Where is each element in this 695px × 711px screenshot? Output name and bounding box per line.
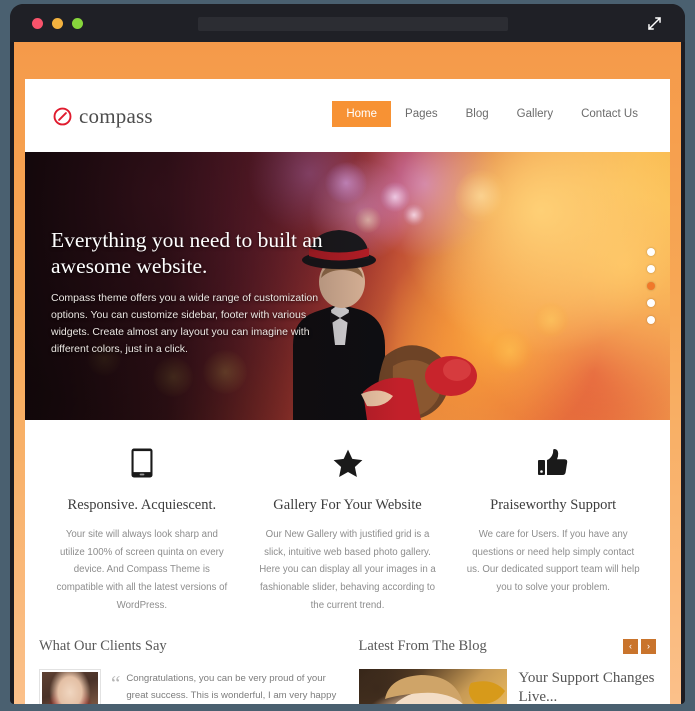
feature-responsive: Responsive. Acquiescent. Your site will … xyxy=(39,446,245,614)
testimonial-item: “ Congratulations, you can be very proud… xyxy=(39,669,337,704)
hero-dot-1[interactable] xyxy=(647,248,655,256)
nav-item-home[interactable]: Home xyxy=(332,101,392,127)
main-navigation: Home Pages Blog Gallery Contact Us xyxy=(332,101,652,127)
hero-dot-3[interactable] xyxy=(647,282,655,290)
blog-post: Your Support Changes Live... Children ha… xyxy=(358,669,657,704)
feature-title: Responsive. Acquiescent. xyxy=(67,497,217,513)
window-maximize-button[interactable] xyxy=(72,18,83,29)
hero-dot-2[interactable] xyxy=(647,265,655,273)
star-icon xyxy=(259,446,437,480)
browser-titlebar xyxy=(10,4,685,42)
window-minimize-button[interactable] xyxy=(52,18,63,29)
site-header: compass Home Pages Blog Gallery Contact … xyxy=(25,79,670,152)
blog-post-title[interactable]: Your Support Changes Live... xyxy=(519,669,657,704)
features-section: Responsive. Acquiescent. Your site will … xyxy=(25,420,670,633)
blog-post-thumbnail[interactable] xyxy=(358,669,507,704)
quote-icon: “ xyxy=(111,671,121,696)
feature-support: Praiseworthy Support We care for Users. … xyxy=(450,446,656,614)
testimonial-quote: Congratulations, you can be very proud o… xyxy=(126,673,337,701)
blog-header: Latest From The Blog ‹ › xyxy=(358,638,656,655)
bottom-section: What Our Clients Say “ Congratulations, … xyxy=(25,632,670,704)
page-viewport: compass Home Pages Blog Gallery Contact … xyxy=(14,42,681,704)
feature-description: We care for Users. If you have any quest… xyxy=(466,529,640,593)
compass-icon xyxy=(53,107,72,126)
expand-icon[interactable] xyxy=(646,15,663,32)
blog-post-body: Your Support Changes Live... Children ha… xyxy=(519,669,657,704)
site-container: compass Home Pages Blog Gallery Contact … xyxy=(25,79,670,704)
nav-item-blog[interactable]: Blog xyxy=(452,101,503,127)
blog-title: Latest From The Blog xyxy=(358,638,487,655)
feature-description: Our New Gallery with justified grid is a… xyxy=(259,529,436,611)
testimonial-body: “ Congratulations, you can be very proud… xyxy=(111,669,337,704)
hero-slider: Everything you need to built an awesome … xyxy=(25,152,670,420)
chevron-left-icon[interactable]: ‹ xyxy=(623,639,638,655)
device-frame: compass Home Pages Blog Gallery Contact … xyxy=(0,0,695,711)
tablet-icon xyxy=(53,446,231,480)
hero-title: Everything you need to built an awesome … xyxy=(51,228,323,279)
testimonials-header: What Our Clients Say xyxy=(39,638,337,655)
feature-description: Your site will always look sharp and uti… xyxy=(56,529,228,611)
feature-title: Praiseworthy Support xyxy=(490,497,617,513)
testimonials-column: What Our Clients Say “ Congratulations, … xyxy=(39,638,337,704)
avatar-image xyxy=(42,672,98,704)
hero-description: Compass theme offers you a wide range of… xyxy=(51,292,319,356)
testimonials-title: What Our Clients Say xyxy=(39,638,167,655)
site-logo[interactable]: compass xyxy=(53,104,153,129)
window-close-button[interactable] xyxy=(32,18,43,29)
nav-item-contact-us[interactable]: Contact Us xyxy=(567,101,652,127)
thumbs-up-icon xyxy=(464,446,642,480)
nav-item-gallery[interactable]: Gallery xyxy=(503,101,567,127)
blog-nav-arrows: ‹ › xyxy=(623,639,656,655)
feature-title: Gallery For Your Website xyxy=(273,497,422,513)
hero-dot-4[interactable] xyxy=(647,299,655,307)
browser-url-input[interactable] xyxy=(198,17,508,31)
nav-item-pages[interactable]: Pages xyxy=(391,101,452,127)
logo-text: compass xyxy=(79,104,153,128)
chevron-right-icon[interactable]: › xyxy=(641,639,656,655)
avatar xyxy=(39,669,101,704)
hero-dot-5[interactable] xyxy=(647,316,655,324)
feature-gallery: Gallery For Your Website Our New Gallery… xyxy=(245,446,451,614)
blog-column: Latest From The Blog ‹ › Your Support Ch… xyxy=(358,638,657,704)
hero-copy: Everything you need to built an awesome … xyxy=(51,227,351,358)
hero-slider-dots xyxy=(647,248,655,324)
